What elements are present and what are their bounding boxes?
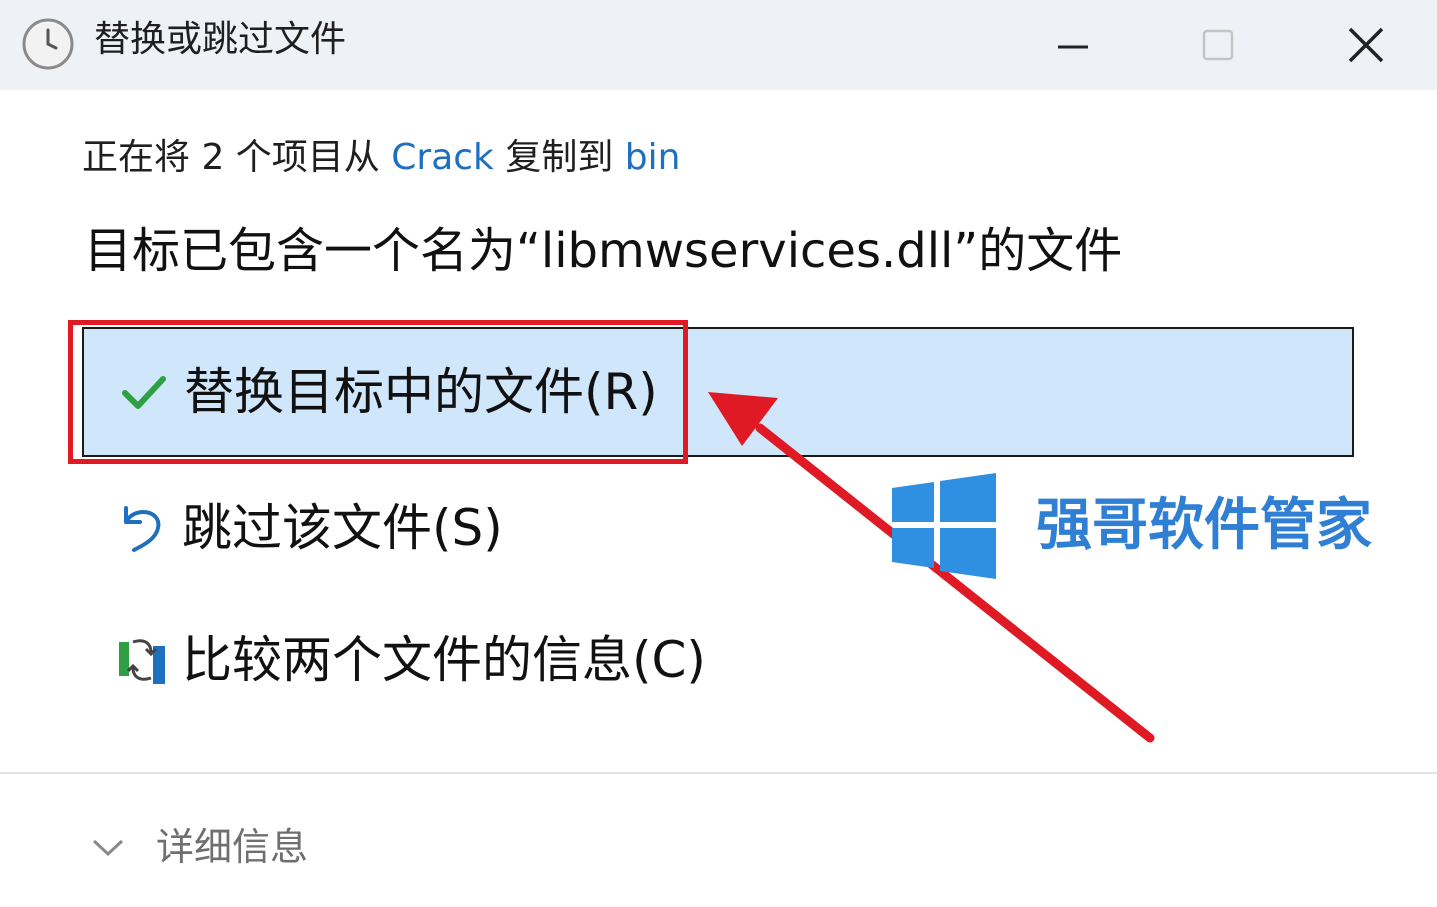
clock-icon (20, 16, 76, 72)
copy-status-middle: 复制到 (493, 137, 625, 178)
replace-file-label: 替换目标中的文件(R) (184, 363, 658, 421)
window-title: 替换或跳过文件 (94, 19, 347, 60)
compare-files-label: 比较两个文件的信息(C) (182, 631, 706, 689)
maximize-button[interactable] (1148, 0, 1288, 90)
details-toggle[interactable]: 详细信息 (90, 812, 308, 882)
conflict-heading: 目标已包含一个名为“libmwservices.dll”的文件 (84, 223, 1123, 279)
replace-file-option[interactable]: 替换目标中的文件(R) (82, 327, 1354, 457)
close-icon (1348, 27, 1384, 63)
compare-files-option[interactable]: 比较两个文件的信息(C) (82, 595, 1354, 725)
chevron-down-icon (92, 839, 124, 857)
title-bar: 替换或跳过文件 (0, 0, 1437, 90)
footer-divider (0, 772, 1437, 774)
copy-status-prefix: 正在将 2 个项目从 (82, 137, 392, 178)
minimize-icon (1058, 45, 1088, 49)
watermark: 强哥软件管家 (888, 470, 1372, 582)
watermark-text: 强哥软件管家 (1036, 493, 1372, 558)
windows-logo-icon (892, 473, 996, 579)
skip-file-label: 跳过该文件(S) (182, 499, 503, 557)
destination-folder-link[interactable]: bin (625, 137, 681, 178)
maximize-icon (1202, 29, 1234, 61)
details-label: 详细信息 (156, 825, 309, 869)
close-button[interactable] (1296, 0, 1436, 90)
check-icon (114, 362, 174, 422)
compare-icon (112, 630, 172, 690)
source-folder-link[interactable]: Crack (391, 137, 494, 178)
undo-arrow-icon (112, 498, 172, 558)
minimize-button[interactable] (1003, 0, 1143, 90)
copy-status-line: 正在将 2 个项目从 Crack 复制到 bin (82, 134, 680, 182)
